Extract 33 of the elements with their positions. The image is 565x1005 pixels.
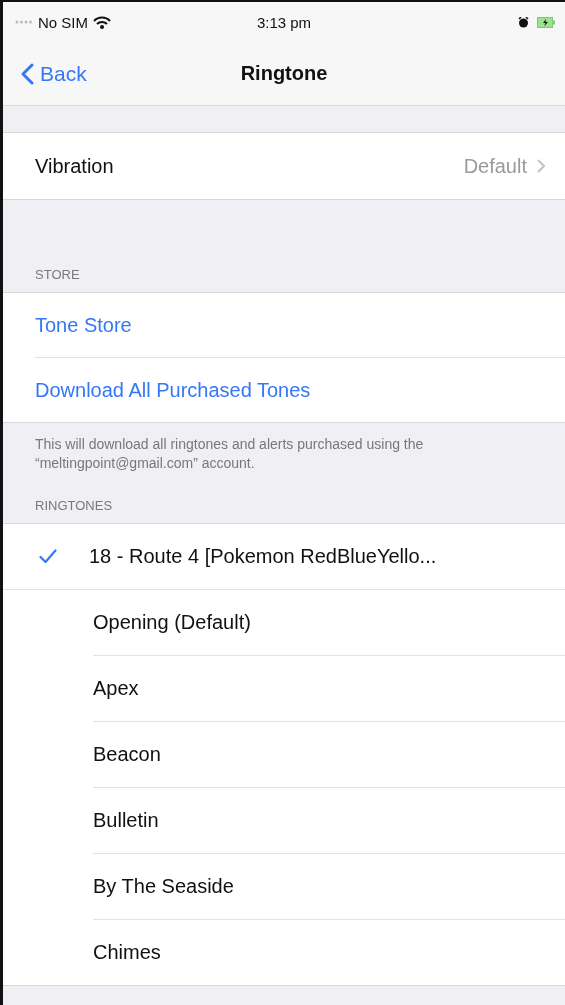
vibration-value: Default xyxy=(463,154,527,178)
signal-icon xyxy=(15,20,33,24)
ringtone-item[interactable]: By The Seaside xyxy=(93,853,565,920)
ringtone-item[interactable]: Apex xyxy=(93,655,565,722)
wifi-icon xyxy=(93,15,111,29)
page-title: Ringtone xyxy=(240,62,328,85)
battery-icon xyxy=(537,16,555,28)
vibration-row[interactable]: Vibration Default xyxy=(3,133,565,199)
ringtone-item[interactable]: 18 - Route 4 [Pokemon RedBlueYello... xyxy=(3,523,565,590)
ringtone-item[interactable]: Beacon xyxy=(93,721,565,788)
ringtone-name: 18 - Route 4 [Pokemon RedBlueYello... xyxy=(89,544,437,568)
vibration-label: Vibration xyxy=(35,154,114,178)
ringtone-name: By The Seaside xyxy=(93,874,234,898)
store-link[interactable]: Download All Purchased Tones xyxy=(35,358,565,422)
ringtone-name: Chimes xyxy=(93,940,161,964)
ringtone-name: Bulletin xyxy=(93,808,159,832)
ringtone-item[interactable]: Bulletin xyxy=(93,787,565,854)
carrier-text: No SIM xyxy=(38,13,88,31)
back-button[interactable]: Back xyxy=(3,61,87,86)
ringtone-item[interactable]: Chimes xyxy=(93,919,565,985)
clock-time: 3:13 pm xyxy=(256,13,312,31)
footer-note: This will download all ringtones and alerts purchased using the “meltingpoint@gmail.com” account. xyxy=(35,436,424,471)
ringtone-item[interactable]: Opening (Default) xyxy=(93,589,565,656)
section-header: RINGTONES xyxy=(35,497,113,513)
section-header: STORE xyxy=(35,267,80,282)
alarm-icon xyxy=(518,16,529,28)
ringtone-name: Apex xyxy=(93,676,139,700)
ringtone-name: Beacon xyxy=(93,742,161,766)
checkmark-icon xyxy=(39,548,57,564)
chevron-right-icon xyxy=(537,159,545,173)
ringtone-name: Opening (Default) xyxy=(93,610,251,634)
chevron-left-icon xyxy=(21,62,34,85)
store-link[interactable]: Tone Store xyxy=(35,293,565,358)
